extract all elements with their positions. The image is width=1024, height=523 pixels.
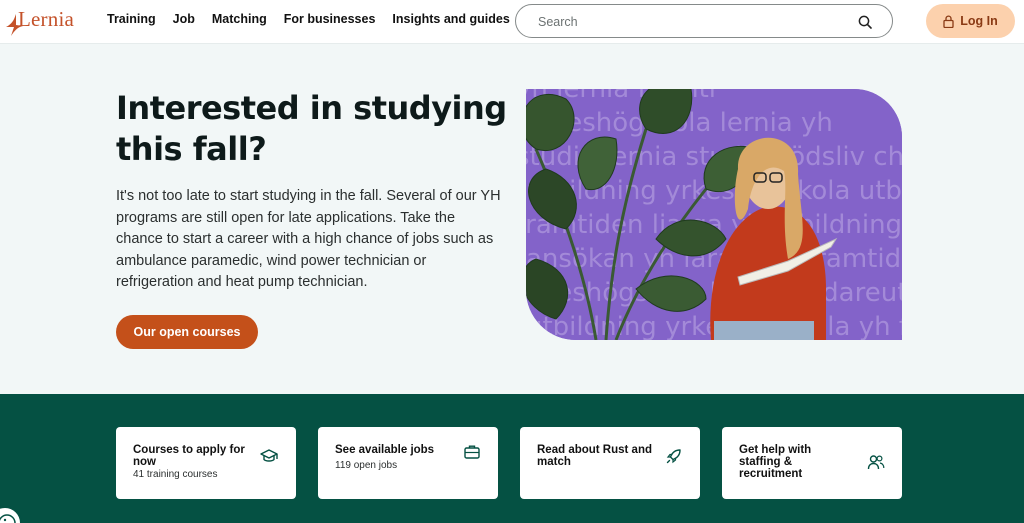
- cookie-settings-button[interactable]: [0, 506, 22, 523]
- hero-title: Interested in studying this fall?: [116, 89, 507, 168]
- card-title: See available jobs: [335, 444, 435, 456]
- nav-item-training[interactable]: Training: [107, 12, 156, 26]
- lock-icon: [943, 14, 954, 28]
- card-rust-match[interactable]: Read about Rust and match: [520, 427, 700, 499]
- nav-item-matching[interactable]: Matching: [212, 12, 267, 26]
- search-input[interactable]: [538, 13, 838, 31]
- nav-item-insights[interactable]: Insights and guides: [392, 12, 509, 26]
- hero-body-text: It's not too late to start studying in t…: [116, 188, 501, 290]
- lernia-logo[interactable]: Lernia: [4, 4, 76, 38]
- login-label: Log In: [960, 14, 998, 28]
- rocket-icon: [666, 449, 681, 464]
- cookie-icon: [0, 514, 16, 523]
- card-courses[interactable]: Courses to apply for now 41 training cou…: [116, 427, 296, 499]
- search-box: [515, 4, 893, 38]
- people-icon: [867, 455, 885, 470]
- card-title: Get help with staffing & recruitment: [739, 444, 812, 480]
- open-courses-button[interactable]: Our open courses: [116, 315, 258, 349]
- briefcase-icon: [464, 445, 480, 459]
- nav-item-job[interactable]: Job: [173, 12, 195, 26]
- site-header: Lernia Training Job Matching For busines…: [0, 0, 1024, 44]
- hero-image: yh lernia framtiyrkeshögskola lernia yhs…: [526, 89, 902, 340]
- nav-item-for-businesses[interactable]: For businesses: [284, 12, 376, 26]
- main-nav: Training Job Matching For businesses Ins…: [107, 12, 527, 26]
- hero-illustration: yh lernia framtiyrkeshögskola lernia yhs…: [526, 89, 902, 340]
- card-jobs[interactable]: See available jobs 119 open jobs: [318, 427, 498, 499]
- card-title: Read about Rust and match: [537, 444, 653, 468]
- card-subtitle: 41 training courses: [133, 469, 218, 480]
- login-button[interactable]: Log In: [926, 4, 1015, 38]
- card-title: Courses to apply for now: [133, 444, 245, 468]
- search-icon[interactable]: [858, 15, 872, 29]
- graduation-cap-icon: [260, 449, 278, 462]
- card-staffing[interactable]: Get help with staffing & recruitment: [722, 427, 902, 499]
- logo-wordmark: Lernia: [18, 7, 74, 31]
- card-subtitle: 119 open jobs: [335, 460, 398, 471]
